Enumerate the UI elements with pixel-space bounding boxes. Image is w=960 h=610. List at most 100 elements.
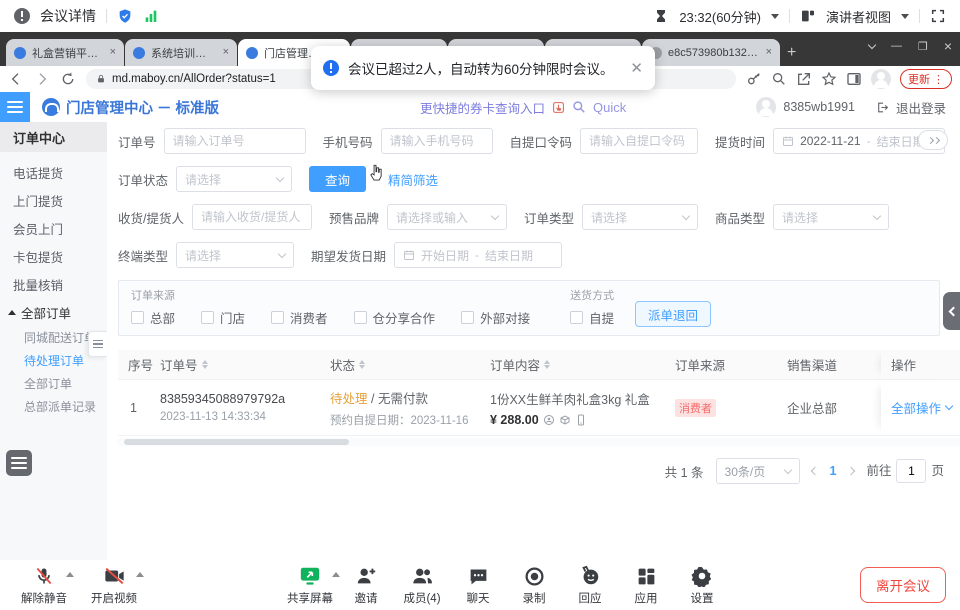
browser-tab[interactable]: 礼盒营销平台管理中心 ×: [6, 39, 124, 66]
invite-button[interactable]: 邀请: [338, 564, 394, 606]
view-mode-selector[interactable]: 演讲者视图: [826, 7, 891, 26]
close-window-icon[interactable]: ×: [944, 38, 952, 54]
new-tab-button[interactable]: +: [787, 44, 796, 62]
sidebar-collapse-handle[interactable]: [88, 331, 107, 357]
browser-update-button[interactable]: 更新 ⋮: [900, 69, 952, 89]
hamburger-menu-button[interactable]: [0, 92, 30, 122]
password-key-icon[interactable]: [746, 71, 762, 87]
toast-close-icon[interactable]: ✕: [630, 59, 643, 77]
table-row[interactable]: 1 83859345088979792a 2023-11-13 14:33:34…: [118, 380, 960, 436]
network-signal-icon[interactable]: [143, 8, 159, 24]
sort-icon[interactable]: [544, 360, 550, 369]
checkbox-hq[interactable]: 总部: [131, 308, 175, 327]
sidebar-item-member-visit[interactable]: 会员上门: [0, 214, 107, 242]
brand-select[interactable]: 请选择或输入: [387, 204, 507, 230]
browser-tab[interactable]: 系统培训学习 ×: [125, 39, 237, 66]
share-screen-button[interactable]: 共享屏幕: [282, 564, 338, 606]
checkbox-external[interactable]: 外部对接: [461, 308, 530, 327]
goto-page-input[interactable]: [896, 459, 926, 483]
forward-icon[interactable]: [34, 71, 50, 87]
settings-button[interactable]: 设置: [674, 564, 730, 606]
prev-page-icon[interactable]: [810, 467, 818, 475]
ship-date-range[interactable]: 开始日期 - 结束日期: [394, 242, 562, 268]
phone-input[interactable]: [381, 128, 493, 154]
order-number[interactable]: 83859345088979792a: [160, 392, 330, 406]
sort-icon[interactable]: [202, 360, 208, 369]
coupon-query-link[interactable]: 更快捷的券卡查询入口: [420, 98, 545, 117]
sidebar-item-phone-pickup[interactable]: 电话提货: [0, 158, 107, 186]
shield-check-icon[interactable]: [117, 8, 133, 24]
next-page-icon[interactable]: [847, 467, 855, 475]
reaction-button[interactable]: 回应: [562, 564, 618, 606]
sidebar-item-hq-dispatch-log[interactable]: 总部派单记录: [0, 395, 107, 418]
side-panel-icon[interactable]: [846, 71, 862, 87]
tab-search-icon[interactable]: [868, 40, 876, 48]
dispatch-return-button[interactable]: 派单退回: [635, 301, 711, 327]
chevron-down-icon[interactable]: [771, 14, 779, 19]
filter-collapse-button[interactable]: [918, 130, 948, 150]
browser-profile-icon[interactable]: [871, 69, 891, 89]
sort-icon[interactable]: [359, 360, 365, 369]
bookmark-star-icon[interactable]: [821, 71, 837, 87]
checkbox-store[interactable]: 门店: [201, 308, 245, 327]
sidebar-item-batch-verify[interactable]: 批量核销: [0, 270, 107, 298]
chevron-down-icon[interactable]: [901, 14, 909, 19]
scrollbar-thumb[interactable]: [124, 439, 349, 445]
back-icon[interactable]: [8, 71, 24, 87]
maximize-window-icon[interactable]: ❐: [918, 40, 928, 53]
start-video-button[interactable]: 开启视频: [86, 564, 142, 606]
current-page[interactable]: 1: [830, 464, 837, 478]
minimize-window-icon[interactable]: —: [891, 40, 902, 52]
tab-close-icon[interactable]: ×: [110, 47, 116, 58]
sidebar-item-card-pickup[interactable]: 卡包提货: [0, 242, 107, 270]
receiver-input[interactable]: [192, 204, 312, 230]
search-button[interactable]: 查询: [309, 166, 366, 192]
simple-filter-link[interactable]: 精简筛选: [388, 170, 438, 189]
pickup-code-input[interactable]: [580, 128, 698, 154]
quick-label[interactable]: Quick: [593, 100, 626, 115]
zoom-icon[interactable]: [771, 71, 787, 87]
all-actions-link[interactable]: 全部操作: [891, 398, 941, 417]
chevron-up-icon[interactable]: [136, 572, 144, 577]
members-button[interactable]: 成员(4): [394, 564, 450, 606]
order-no-input[interactable]: [164, 128, 306, 154]
expand-panel-handle[interactable]: [943, 292, 960, 330]
floating-list-widget[interactable]: [6, 450, 32, 476]
browser-tab[interactable]: e8c573980b1328a258fd2e6f8 ×: [642, 39, 780, 66]
order-type-select[interactable]: 请选择: [582, 204, 698, 230]
page-size-select[interactable]: 30条/页: [716, 458, 800, 484]
checkbox-warehouse-share[interactable]: 仓分享合作: [354, 308, 436, 327]
sidebar-item-door-pickup[interactable]: 上门提货: [0, 186, 107, 214]
meeting-info-icon[interactable]: [14, 8, 30, 24]
apps-button[interactable]: 应用: [618, 564, 674, 606]
tab-close-icon[interactable]: ×: [766, 47, 772, 58]
col-status[interactable]: 状态: [330, 350, 490, 379]
order-status-select[interactable]: 请选择: [176, 166, 292, 192]
col-content[interactable]: 订单内容: [490, 350, 675, 379]
fullscreen-icon[interactable]: [930, 8, 946, 24]
checkbox-consumer[interactable]: 消费者: [271, 308, 328, 327]
logout-icon[interactable]: [876, 101, 889, 114]
quick-search-icon[interactable]: [572, 100, 586, 114]
reload-icon[interactable]: [60, 71, 76, 87]
col-order-no[interactable]: 订单号: [160, 350, 330, 379]
share-icon[interactable]: [796, 71, 812, 87]
terminal-type-select[interactable]: 请选择: [176, 242, 294, 268]
sidebar-item-all-orders[interactable]: 全部订单: [0, 372, 107, 395]
checkbox-self-pickup[interactable]: 自提: [570, 308, 614, 327]
logout-link[interactable]: 退出登录: [896, 98, 946, 117]
goods-type-select[interactable]: 请选择: [773, 204, 889, 230]
unmute-button[interactable]: 解除静音: [16, 564, 72, 606]
sidebar-group-all-orders[interactable]: 全部订单: [0, 298, 107, 326]
chat-button[interactable]: 聊天: [450, 564, 506, 606]
chevron-up-icon[interactable]: [66, 572, 74, 577]
chevron-down-icon[interactable]: [945, 402, 953, 410]
horizontal-scrollbar[interactable]: [118, 438, 960, 446]
user-avatar[interactable]: [756, 97, 776, 117]
leave-meeting-button[interactable]: 离开会议: [860, 567, 946, 603]
meeting-title[interactable]: 会议详情: [40, 6, 96, 26]
app-logo: [42, 98, 60, 116]
meeting-timer[interactable]: 23:32(60分钟): [679, 7, 761, 26]
record-button[interactable]: 录制: [506, 564, 562, 606]
tab-close-icon[interactable]: ×: [223, 47, 229, 58]
